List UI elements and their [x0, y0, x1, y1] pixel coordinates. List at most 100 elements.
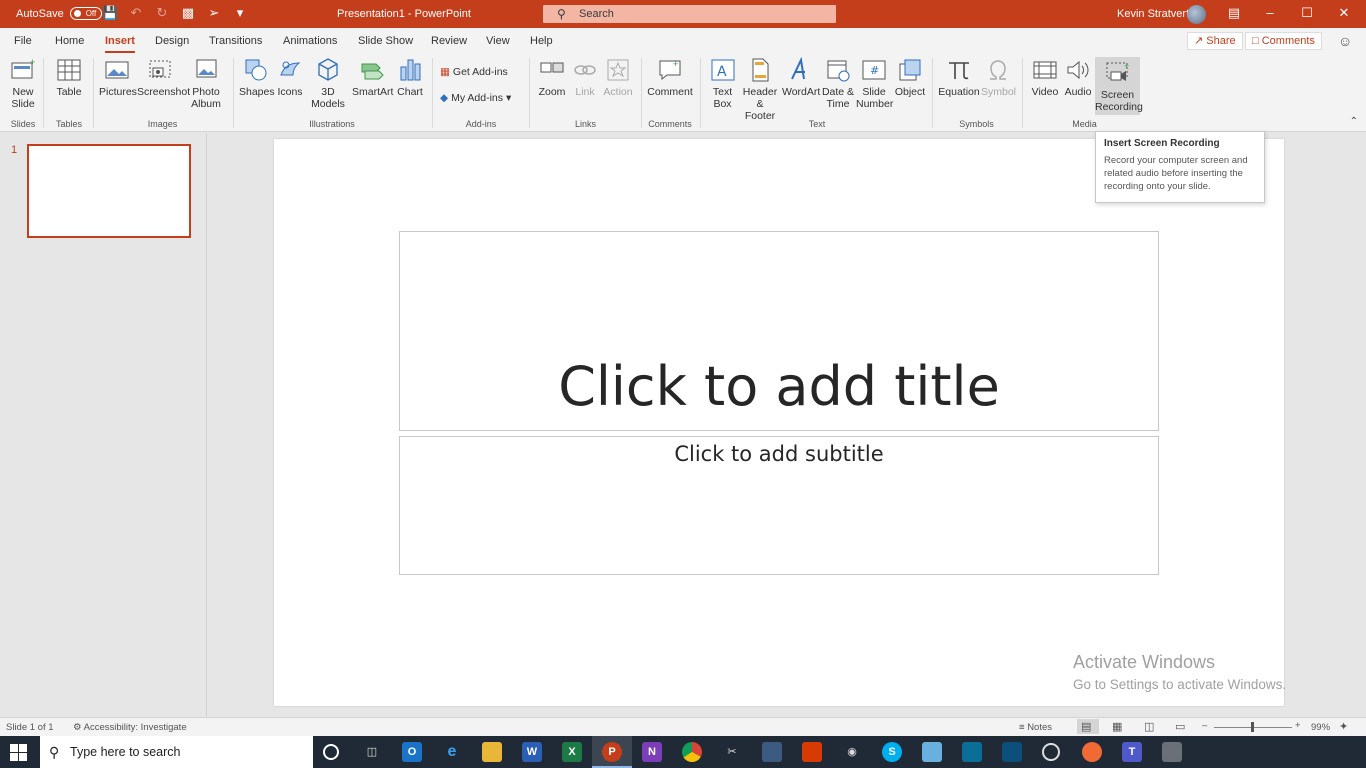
- save-icon[interactable]: 💾: [102, 5, 118, 21]
- zoom-slider-thumb[interactable]: [1251, 722, 1255, 732]
- search-input[interactable]: ⚲ Search: [543, 5, 836, 23]
- screen-recording-button[interactable]: + Screen Recording: [1095, 57, 1143, 115]
- app-circle-icon[interactable]: [1082, 742, 1102, 762]
- reading-view-icon[interactable]: ◫: [1144, 720, 1154, 733]
- wordart-button[interactable]: WordArt: [782, 57, 820, 98]
- subtitle-placeholder[interactable]: Click to add subtitle: [399, 436, 1159, 575]
- tab-help[interactable]: Help: [530, 35, 553, 47]
- autosave-control[interactable]: AutoSave Off: [16, 7, 102, 20]
- steam-icon[interactable]: ◉: [842, 742, 862, 762]
- comments-button[interactable]: □ Comments: [1245, 32, 1322, 50]
- fit-slide-icon[interactable]: ✦: [1339, 720, 1348, 733]
- ribbon-display-options-icon[interactable]: ▤: [1224, 5, 1244, 21]
- task-view-icon[interactable]: ◫: [362, 742, 382, 762]
- zoom-button[interactable]: Zoom: [537, 57, 567, 98]
- group-separator: [641, 58, 642, 128]
- tab-animations[interactable]: Animations: [283, 35, 337, 47]
- tab-slide-show[interactable]: Slide Show: [358, 35, 413, 47]
- undo-icon[interactable]: ↶: [128, 5, 144, 21]
- table-button[interactable]: Table: [52, 57, 86, 98]
- chrome-icon[interactable]: [682, 742, 702, 762]
- get-addins-button[interactable]: ▦ Get Add-ins: [440, 66, 508, 78]
- tab-review[interactable]: Review: [431, 35, 467, 47]
- date-time-label: Date & Time: [821, 86, 855, 110]
- title-placeholder[interactable]: Click to add title: [399, 231, 1159, 431]
- minimize-icon[interactable]: –: [1260, 5, 1280, 20]
- slide-canvas[interactable]: Click to add title Click to add subtitle: [274, 139, 1284, 706]
- group-separator: [233, 58, 234, 128]
- taskbar-search-input[interactable]: ⚲ Type here to search: [40, 736, 313, 768]
- cortana-icon[interactable]: [323, 744, 339, 760]
- notes-app-icon[interactable]: [922, 742, 942, 762]
- header-footer-button[interactable]: Header & Footer: [740, 57, 780, 122]
- zoom-in-icon[interactable]: +: [1295, 720, 1301, 731]
- app-icon[interactable]: [762, 742, 782, 762]
- slide-number-button[interactable]: # Slide Number: [856, 57, 893, 110]
- object-button[interactable]: Object: [893, 57, 927, 98]
- shapes-button[interactable]: Shapes: [239, 57, 275, 98]
- calculator-icon[interactable]: [1162, 742, 1182, 762]
- photo-album-button[interactable]: Photo Album: [186, 57, 226, 110]
- powerpoint-icon[interactable]: P: [602, 742, 622, 762]
- pictures-button[interactable]: Pictures: [99, 57, 137, 98]
- redo-icon[interactable]: ↻: [154, 5, 170, 21]
- slide-thumbnail[interactable]: [27, 144, 191, 238]
- feedback-smiley-icon[interactable]: ☺: [1338, 33, 1352, 49]
- zoom-out-icon[interactable]: –: [1202, 720, 1207, 731]
- 3d-models-button[interactable]: 3D Models: [307, 57, 349, 110]
- smartart-button[interactable]: SmartArt: [352, 57, 393, 98]
- tab-file[interactable]: File: [14, 35, 32, 47]
- tab-home[interactable]: Home: [55, 35, 84, 47]
- group-separator: [700, 58, 701, 128]
- customize-qat-icon[interactable]: ▾: [232, 5, 248, 21]
- excel-icon[interactable]: X: [562, 742, 582, 762]
- share-button[interactable]: ↗ Share: [1187, 32, 1243, 50]
- pointer-icon[interactable]: ➢: [206, 5, 222, 21]
- accessibility-status[interactable]: ⚙ Accessibility: Investigate: [73, 722, 187, 733]
- recorder-icon[interactable]: [1002, 742, 1022, 762]
- snipping-tool-icon[interactable]: ✂: [722, 742, 742, 762]
- windows-start-icon[interactable]: [10, 744, 27, 761]
- avatar[interactable]: [1187, 5, 1206, 24]
- audio-button[interactable]: Audio: [1063, 57, 1093, 98]
- present-icon[interactable]: ▩: [180, 5, 196, 21]
- maximize-icon[interactable]: ☐: [1297, 5, 1317, 21]
- equation-button[interactable]: Equation: [938, 57, 980, 98]
- zoom-level[interactable]: 99%: [1311, 722, 1330, 733]
- onenote-icon[interactable]: N: [642, 742, 662, 762]
- edge-icon[interactable]: e: [442, 742, 462, 762]
- obs-icon[interactable]: [1042, 743, 1060, 761]
- user-name[interactable]: Kevin Stratvert: [1117, 8, 1189, 20]
- outlook-icon[interactable]: O: [402, 742, 422, 762]
- close-icon[interactable]: ✕: [1334, 5, 1354, 21]
- notes-button[interactable]: ≡ Notes: [1019, 722, 1052, 733]
- file-explorer-icon[interactable]: [482, 742, 502, 762]
- skype-icon[interactable]: S: [882, 742, 902, 762]
- icons-button[interactable]: Icons: [276, 57, 304, 98]
- chevron-down-icon: ▾: [506, 92, 512, 104]
- tab-design[interactable]: Design: [155, 35, 189, 47]
- action-button[interactable]: Action: [602, 57, 634, 98]
- new-slide-button[interactable]: + New Slide: [6, 57, 40, 110]
- my-addins-button[interactable]: ◆ My Add-ins ▾: [440, 92, 511, 104]
- tab-view[interactable]: View: [486, 35, 510, 47]
- group-separator: [1022, 58, 1023, 128]
- date-time-button[interactable]: Date & Time: [821, 57, 855, 110]
- screenshot-button[interactable]: Screenshot: [137, 57, 190, 98]
- link-button[interactable]: Link: [571, 57, 599, 98]
- teams-icon[interactable]: T: [1122, 742, 1142, 762]
- word-icon[interactable]: W: [522, 742, 542, 762]
- symbol-button[interactable]: Symbol: [981, 57, 1016, 98]
- autosave-toggle[interactable]: Off: [69, 7, 102, 20]
- slideshow-icon[interactable]: ▭: [1175, 720, 1185, 733]
- video-button[interactable]: Video: [1029, 57, 1061, 98]
- slide-sorter-icon[interactable]: ▦: [1112, 720, 1122, 733]
- chart-button[interactable]: Chart: [395, 57, 425, 98]
- text-box-button[interactable]: A Text Box: [707, 57, 738, 110]
- comment-button[interactable]: + Comment: [647, 57, 693, 98]
- collapse-ribbon-icon[interactable]: ⌃: [1350, 116, 1358, 127]
- camtasia-icon[interactable]: [962, 742, 982, 762]
- tab-transitions[interactable]: Transitions: [209, 35, 262, 47]
- tab-insert[interactable]: Insert: [105, 35, 135, 53]
- office-icon[interactable]: [802, 742, 822, 762]
